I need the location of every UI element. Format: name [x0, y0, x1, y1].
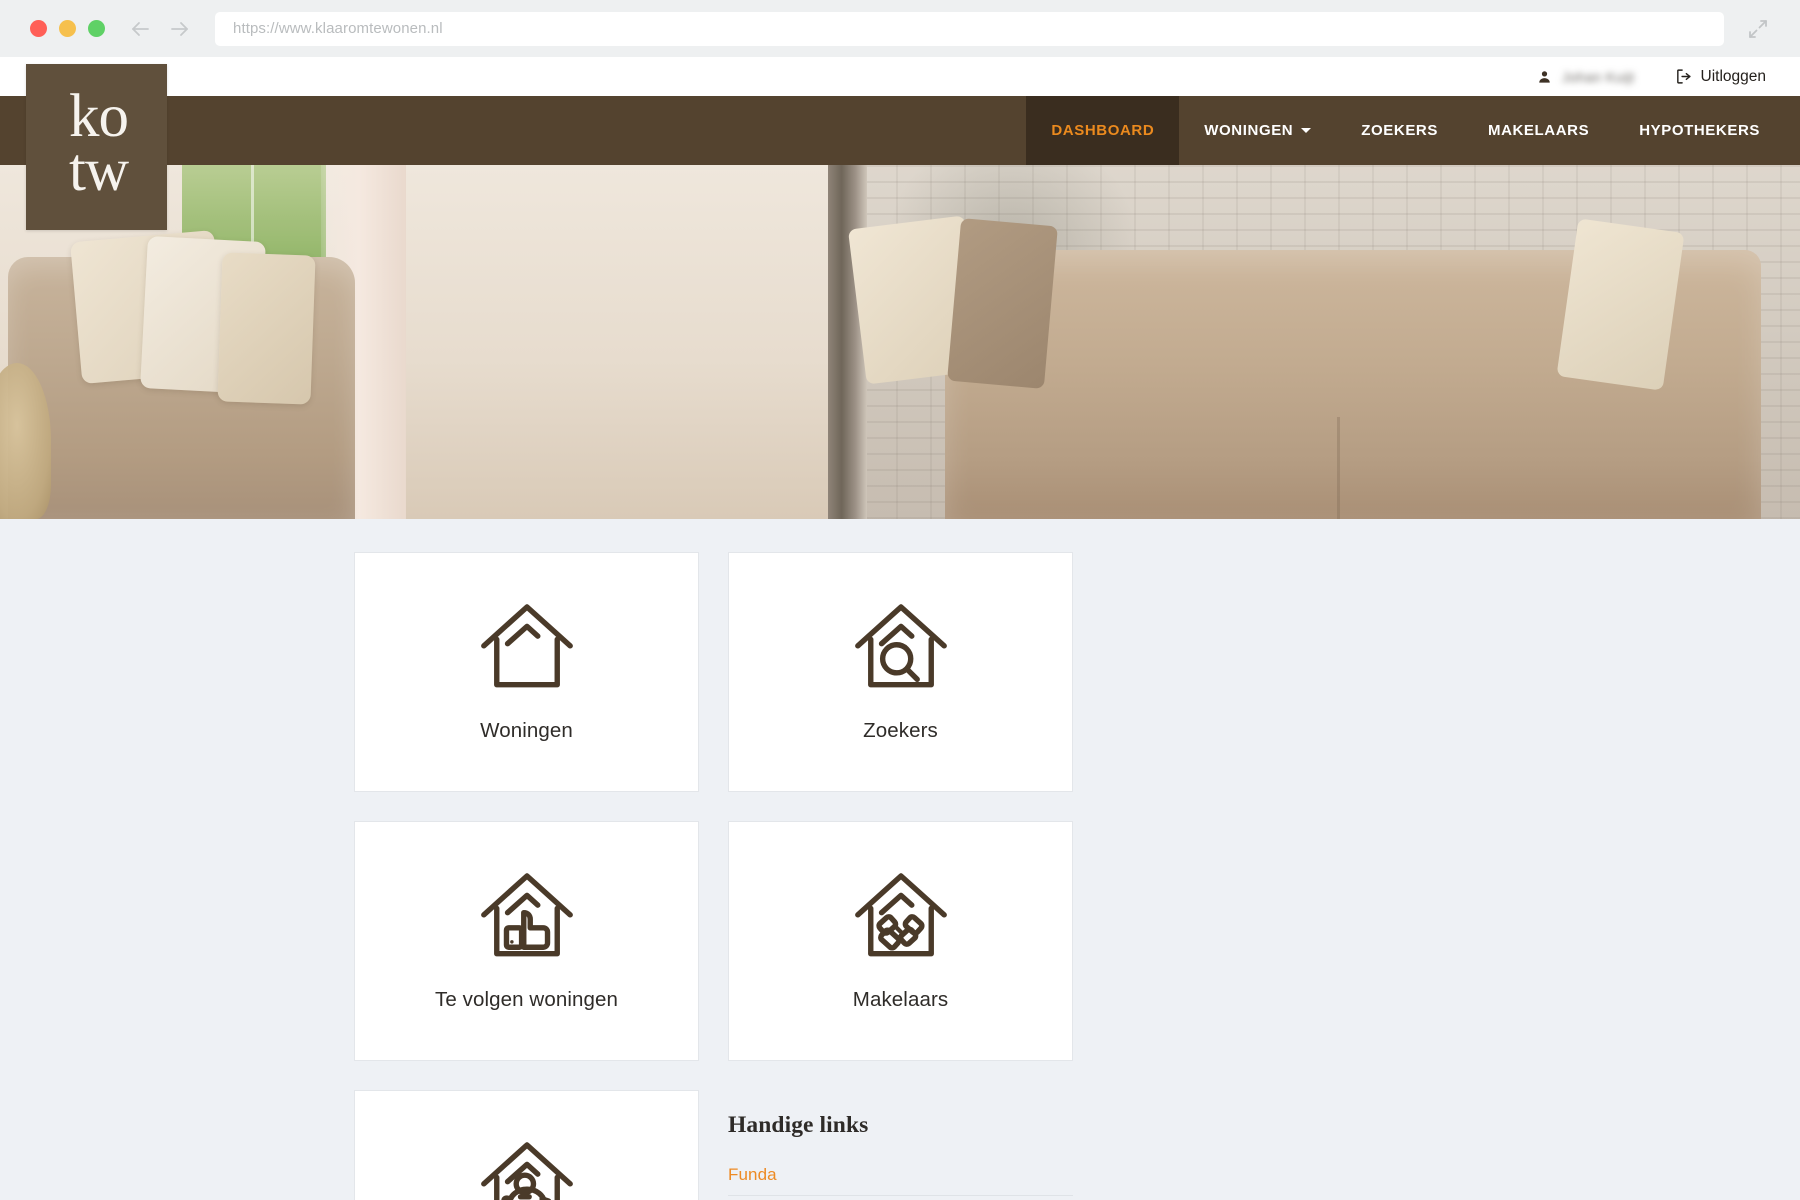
link-row: Funda	[728, 1156, 1073, 1196]
forward-icon[interactable]	[167, 16, 193, 42]
logout-icon	[1675, 68, 1692, 85]
minimize-window-button[interactable]	[59, 20, 76, 37]
site-logo[interactable]: ko tw	[26, 64, 167, 230]
card-label: Woningen	[480, 719, 573, 742]
nav-label-zoekers: ZOEKERS	[1361, 122, 1438, 139]
nav-item-makelaars[interactable]: MAKELAARS	[1463, 96, 1614, 165]
dashboard-grid: Woningen Zoekers Te volgen woningen Make…	[354, 552, 1446, 1200]
user-name: Johan Kuijt	[1561, 68, 1635, 85]
logo-line-2: tw	[69, 137, 129, 204]
close-window-button[interactable]	[30, 20, 47, 37]
nav-label-makelaars: MAKELAARS	[1487, 122, 1590, 139]
hero-pillow	[1556, 218, 1685, 392]
nav-label-woningen: WONINGEN	[1204, 122, 1294, 139]
nav-item-woningen[interactable]: WONINGEN	[1179, 96, 1336, 165]
chevron-down-icon	[1301, 128, 1312, 133]
hero-pillow	[217, 251, 316, 404]
hero-sofa-seam	[1336, 416, 1340, 519]
browser-navigation	[127, 16, 193, 42]
hero-banner	[0, 165, 1800, 519]
card-zoekers[interactable]: Zoekers	[728, 552, 1073, 792]
card-hypothekers[interactable]: Hypothekers	[354, 1090, 699, 1200]
nav-label-dashboard: DASHBOARD	[1051, 122, 1155, 139]
back-icon[interactable]	[127, 16, 153, 42]
card-label: Zoekers	[863, 719, 938, 742]
card-label: Te volgen woningen	[434, 988, 619, 1011]
hero-pillow	[947, 217, 1059, 389]
handige-links-title: Handige links	[728, 1112, 869, 1138]
handige-links-panel: Handige links Funda Google Analytics Mai…	[728, 1090, 1073, 1200]
card-woningen[interactable]: Woningen	[354, 552, 699, 792]
browser-chrome: https://www.klaaromtewonen.nl	[0, 0, 1800, 57]
user-icon	[1537, 69, 1552, 85]
house-search-icon	[842, 589, 960, 707]
link-row: Google Analytics	[728, 1196, 1073, 1200]
house-piggy-bank-icon	[468, 1127, 586, 1200]
house-thumbs-up-icon	[468, 858, 586, 976]
house-handshake-icon	[842, 858, 960, 976]
nav-label-hypothekers: HYPOTHEKERS	[1639, 122, 1760, 139]
zoom-window-button[interactable]	[88, 20, 105, 37]
logout-label: Uitloggen	[1700, 67, 1767, 85]
address-bar[interactable]: https://www.klaaromtewonen.nl	[215, 11, 1724, 46]
hero-right-room	[828, 165, 1800, 519]
url-text: https://www.klaaromtewonen.nl	[233, 20, 443, 37]
logout-button[interactable]: Uitloggen	[1675, 67, 1767, 86]
user-account[interactable]: Johan Kuijt	[1537, 69, 1635, 85]
card-makelaars[interactable]: Makelaars	[728, 821, 1073, 1061]
hero-photo	[0, 165, 1800, 519]
link-funda[interactable]: Funda	[728, 1165, 777, 1184]
logo-line-1: ko	[69, 83, 129, 151]
nav-item-hypothekers[interactable]: HYPOTHEKERS	[1614, 96, 1800, 165]
expand-icon[interactable]	[1738, 9, 1778, 49]
window-controls	[30, 20, 105, 37]
page-viewport: ko tw Johan Kuijt Uitloggen DASHBOARD WO…	[0, 57, 1800, 1200]
card-label: Makelaars	[852, 988, 949, 1011]
top-utility-bar: Johan Kuijt Uitloggen	[0, 57, 1800, 96]
nav-item-dashboard[interactable]: DASHBOARD	[1026, 96, 1180, 165]
house-icon	[468, 589, 586, 707]
card-te-volgen-woningen[interactable]: Te volgen woningen	[354, 821, 699, 1061]
nav-item-zoekers[interactable]: ZOEKERS	[1336, 96, 1463, 165]
dashboard-content: Woningen Zoekers Te volgen woningen Make…	[0, 519, 1800, 1200]
logo-text: ko tw	[65, 83, 129, 204]
main-navigation: DASHBOARD WONINGEN ZOEKERS MAKELAARS HYP…	[0, 96, 1800, 165]
